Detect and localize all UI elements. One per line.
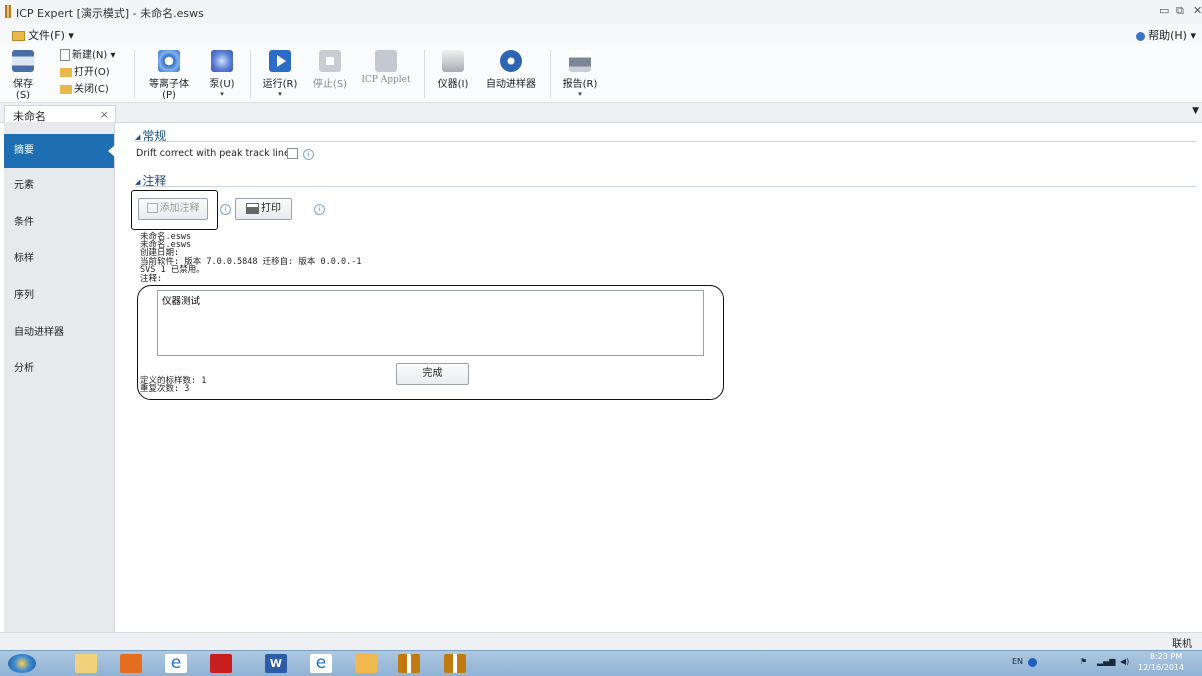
word-icon[interactable]: W — [265, 654, 287, 673]
repeat-count: 重复次数: 3 — [140, 384, 190, 394]
volume-icon[interactable]: ◀) — [1120, 657, 1129, 666]
section-divider — [135, 141, 1197, 142]
printer-icon — [246, 202, 259, 214]
acrobat-icon[interactable] — [210, 654, 232, 673]
start-button[interactable] — [8, 654, 36, 673]
tab-dropdown-icon[interactable]: ▼ — [1192, 106, 1199, 116]
icp-expert-icon[interactable] — [444, 654, 466, 673]
chevron-down-icon: ▾ — [220, 90, 224, 98]
close-icon[interactable]: ✕ — [1193, 4, 1202, 17]
stop-icon — [319, 50, 341, 72]
pump-icon — [211, 50, 233, 72]
connection-status: 联机 — [1172, 639, 1192, 650]
sidebar-item-conditions[interactable]: 条件 — [4, 206, 114, 240]
autosampler-button[interactable]: 自动进样器 — [485, 50, 537, 90]
drift-correct-checkbox[interactable] — [287, 148, 298, 159]
outlook-icon[interactable] — [355, 654, 377, 673]
ribbon-toolbar: 保存(S) ▾ 新建(N) ▾ 打开(O) 关闭(C) 等离子体(P) ▾ 泵(… — [0, 44, 1202, 109]
new-file-icon — [60, 49, 70, 61]
sidebar-item-analysis[interactable]: 分析 — [4, 352, 114, 386]
menu-bar: 文件(F) ▾ 帮助(H) ▾ — [0, 24, 1202, 44]
applet-icon — [375, 50, 397, 72]
sidebar: 摘要 元素 条件 标样 序列 自动进样器 分析 — [4, 122, 115, 632]
report-button[interactable]: 报告(R) ▾ — [560, 50, 600, 98]
language-indicator[interactable]: EN — [1012, 657, 1023, 666]
help-menu[interactable]: 帮助(H) ▾ — [1136, 27, 1196, 43]
ribbon-separator — [424, 50, 425, 98]
app-icon — [5, 5, 11, 18]
status-bar: 联机 — [0, 632, 1202, 651]
edit-note-icon — [146, 203, 158, 213]
info-icon[interactable]: i — [314, 204, 325, 215]
printer-icon — [569, 50, 591, 72]
new-button[interactable]: 新建(N) ▾ — [60, 46, 116, 61]
print-button[interactable]: 打印 — [235, 198, 292, 220]
sidebar-item-standards[interactable]: 标样 — [4, 242, 114, 276]
close-folder-icon — [60, 84, 72, 94]
help-icon[interactable] — [1028, 658, 1037, 667]
document-tab[interactable]: 未命名 × — [4, 105, 116, 123]
folder-icon — [12, 31, 25, 41]
title-bar: ICP Expert [演示模式] - 未命名.esws ▭ ⧉ ✕ — [0, 0, 1202, 25]
ribbon-separator — [250, 50, 251, 98]
collapse-triangle-icon: ◢ — [135, 132, 141, 141]
open-folder-icon — [60, 67, 72, 77]
icp-expert-icon[interactable] — [398, 654, 420, 673]
windows-taskbar: e W e EN ⚑ ▂▄▆ ◀) 8:23 PM 12/16/2014 — [0, 650, 1202, 676]
done-button[interactable]: 完成 — [396, 363, 469, 385]
document-tab-strip: 未命名 × ▼ — [0, 103, 1202, 123]
pump-button[interactable]: 泵(U) ▾ — [207, 50, 237, 98]
window-title: ICP Expert [演示模式] - 未命名.esws — [16, 7, 204, 20]
flag-icon[interactable]: ⚑ — [1080, 657, 1087, 666]
sidebar-item-sequence[interactable]: 序列 — [4, 279, 114, 313]
internet-explorer-icon[interactable]: e — [310, 654, 332, 673]
tab-close-icon[interactable]: × — [100, 108, 109, 121]
plasma-icon — [158, 50, 180, 72]
ribbon-separator — [134, 50, 135, 98]
chevron-down-icon: ▾ — [578, 90, 582, 98]
info-icon[interactable]: i — [303, 149, 314, 160]
drift-correct-label: Drift correct with peak track lines — [136, 148, 295, 159]
clock-date[interactable]: 12/16/2014 — [1138, 663, 1184, 672]
section-divider — [135, 186, 1197, 187]
clock-time[interactable]: 8:23 PM — [1150, 652, 1182, 661]
summary-line: 注释: — [140, 274, 163, 284]
network-icon[interactable]: ▂▄▆ — [1097, 657, 1115, 666]
minimize-icon[interactable]: ▭ — [1159, 4, 1169, 17]
restore-icon[interactable]: ⧉ — [1176, 4, 1184, 18]
instrument-button[interactable]: 仪器(I) — [433, 50, 473, 90]
autosampler-icon — [500, 50, 522, 72]
chevron-down-icon: ▾ — [278, 90, 282, 98]
run-button[interactable]: 运行(R) ▾ — [260, 50, 300, 98]
close-file-button[interactable]: 关闭(C) — [60, 80, 109, 95]
media-player-icon[interactable] — [120, 654, 142, 673]
save-icon — [12, 50, 34, 72]
sidebar-item-autosampler[interactable]: 自动进样器 — [4, 316, 114, 350]
explorer-icon[interactable] — [75, 654, 97, 673]
plasma-button[interactable]: 等离子体(P) ▾ — [143, 50, 195, 109]
sidebar-item-summary[interactable]: 摘要 — [4, 134, 115, 168]
sidebar-item-elements[interactable]: 元素 — [4, 169, 114, 203]
open-button[interactable]: 打开(O) — [60, 63, 110, 78]
play-icon — [269, 50, 291, 72]
internet-explorer-icon[interactable]: e — [165, 654, 187, 673]
add-note-button[interactable]: 添加注释 — [138, 198, 208, 220]
icp-applet-button[interactable]: ICP Applet — [360, 50, 412, 85]
help-icon — [1136, 31, 1146, 41]
collapse-triangle-icon: ◢ — [135, 177, 141, 186]
instrument-icon — [442, 50, 464, 72]
stop-button[interactable]: 停止(S) — [310, 50, 350, 90]
note-textarea[interactable]: 仪器测试 — [157, 290, 704, 356]
save-button[interactable]: 保存(S) ▾ — [8, 50, 38, 109]
file-menu[interactable]: 文件(F) ▾ — [12, 27, 74, 43]
info-icon[interactable]: i — [220, 204, 231, 215]
ribbon-separator — [550, 50, 551, 98]
